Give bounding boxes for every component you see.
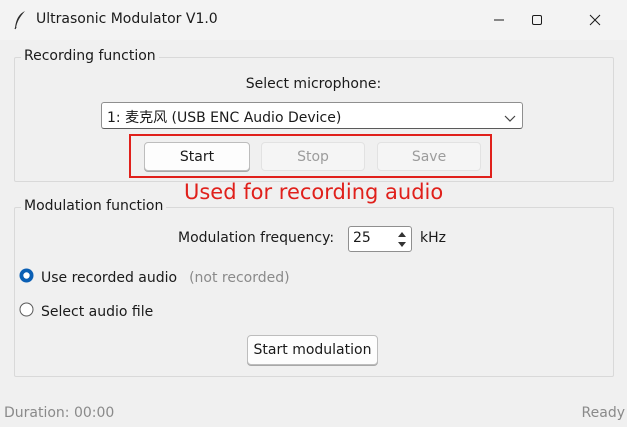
frequency-spinbox[interactable]: 25 <box>348 226 412 252</box>
window-title: Ultrasonic Modulator V1.0 <box>36 11 218 27</box>
feather-icon <box>12 10 28 30</box>
recorded-status-text: (not recorded) <box>189 269 290 286</box>
start-modulation-button[interactable]: Start modulation <box>247 335 378 365</box>
microphone-value: 1: 麦克风 (USB ENC Audio Device) <box>107 110 342 126</box>
stop-recording-button[interactable]: Stop <box>261 142 365 171</box>
minimize-icon <box>493 14 505 26</box>
radio-select-audio-file[interactable]: Select audio file <box>19 302 153 321</box>
use-recorded-audio-label: Use recorded audio <box>41 269 178 286</box>
title-bar[interactable]: Ultrasonic Modulator V1.0 <box>0 0 627 40</box>
microphone-select[interactable]: 1: 麦克风 (USB ENC Audio Device) <box>101 102 523 129</box>
frequency-value[interactable]: 25 <box>353 230 371 246</box>
chevron-down-icon[interactable] <box>504 111 516 127</box>
recording-group-label: Recording function <box>21 47 159 65</box>
ready-status: Ready <box>581 405 625 421</box>
frequency-label: Modulation frequency: <box>178 230 335 246</box>
close-button[interactable] <box>572 0 618 40</box>
recording-annotation: Used for recording audio <box>184 180 444 204</box>
duration-status: Duration: 00:00 <box>4 405 115 421</box>
start-recording-button[interactable]: Start <box>144 142 250 171</box>
radio-use-recorded-audio[interactable]: Use recorded audio (not recorded) <box>19 268 290 287</box>
frequency-unit: kHz <box>420 230 446 246</box>
close-icon <box>589 14 601 26</box>
radio-selected-icon[interactable] <box>19 268 34 287</box>
radio-unselected-icon[interactable] <box>19 302 34 321</box>
arrow-up-icon[interactable] <box>395 229 409 239</box>
select-audio-file-label: Select audio file <box>41 303 154 320</box>
select-microphone-label: Select microphone: <box>245 76 382 92</box>
arrow-down-icon[interactable] <box>395 239 409 249</box>
save-recording-button[interactable]: Save <box>377 142 481 171</box>
maximize-button[interactable] <box>514 0 560 40</box>
maximize-icon <box>531 14 543 26</box>
modulation-group-label: Modulation function <box>21 197 167 215</box>
